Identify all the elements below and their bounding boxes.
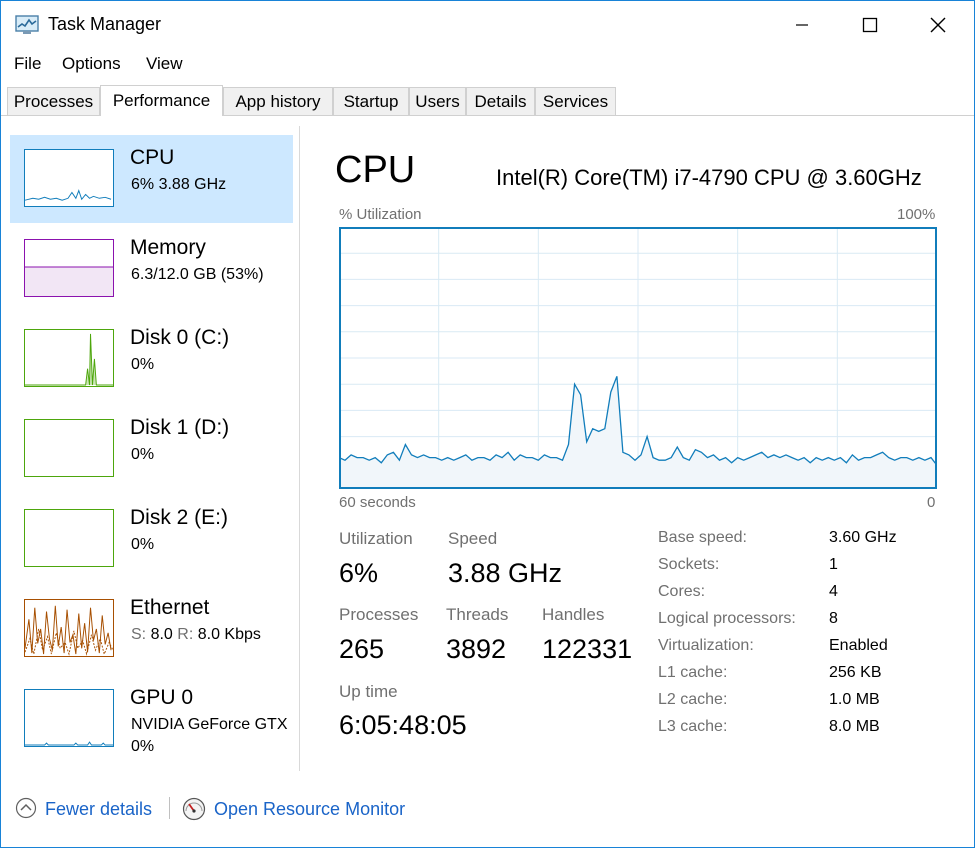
info-label: Base speed: xyxy=(658,529,747,546)
ethernet-thumbnail-graph xyxy=(24,599,114,657)
menu-options[interactable]: Options xyxy=(62,54,121,74)
sidebar-ethernet-detail: S: 8.0 R: 8.0 Kbps xyxy=(131,626,261,644)
tab-details[interactable]: Details xyxy=(466,87,535,115)
task-manager-window: Task Manager File Options View Processes… xyxy=(0,0,975,848)
resource-sidebar: CPU 6% 3.88 GHz Memory 6.3/12.0 GB (53%)… xyxy=(1,126,299,771)
gpu-thumbnail-graph xyxy=(24,689,114,747)
info-value: 4 xyxy=(829,583,838,600)
disk-0-thumbnail-graph xyxy=(24,329,114,387)
tab-strip: Processes Performance App history Startu… xyxy=(7,85,972,116)
tab-performance[interactable]: Performance xyxy=(100,85,223,116)
uptime-value: 6:05:48:05 xyxy=(339,710,467,740)
graph-utilization-label: % Utilization xyxy=(339,206,422,223)
cpu-utilization-graph xyxy=(339,227,937,489)
info-label: Sockets: xyxy=(658,556,720,573)
menu-file[interactable]: File xyxy=(14,54,41,74)
minimize-button[interactable] xyxy=(779,1,825,49)
processes-label: Processes xyxy=(339,605,419,624)
sidebar-item-disk-1[interactable]: Disk 1 (D:) 0% xyxy=(10,405,293,493)
sidebar-item-memory[interactable]: Memory 6.3/12.0 GB (53%) xyxy=(10,225,293,313)
utilization-label: Utilization xyxy=(339,529,413,548)
handles-value: 122331 xyxy=(542,634,633,664)
info-value: 8.0 MB xyxy=(829,718,880,735)
handles-label: Handles xyxy=(542,605,605,624)
sidebar-gpu-0-detail: NVIDIA GeForce GTX xyxy=(131,716,288,733)
sidebar-memory-name: Memory xyxy=(130,236,206,259)
sidebar-item-gpu-0[interactable]: GPU 0 NVIDIA GeForce GTX 0% xyxy=(10,675,293,763)
chevron-up-icon xyxy=(15,797,37,819)
info-value: Enabled xyxy=(829,637,888,654)
info-value: 8 xyxy=(829,610,838,627)
maximize-icon xyxy=(862,17,878,33)
close-button[interactable] xyxy=(915,1,961,49)
sidebar-disk-2-name: Disk 2 (E:) xyxy=(130,506,229,529)
sidebar-divider xyxy=(299,126,300,771)
maximize-button[interactable] xyxy=(847,1,893,49)
sidebar-disk-0-detail: 0% xyxy=(131,356,155,373)
ethernet-send-value: 8.0 xyxy=(150,626,173,643)
info-value: 1 xyxy=(829,556,838,573)
info-value: 256 KB xyxy=(829,664,882,681)
menu-view[interactable]: View xyxy=(146,54,183,74)
footer-divider xyxy=(169,797,170,819)
close-icon xyxy=(930,17,946,33)
sidebar-item-disk-2[interactable]: Disk 2 (E:) 0% xyxy=(10,495,293,583)
tab-startup[interactable]: Startup xyxy=(333,87,409,115)
info-value: 3.60 GHz xyxy=(829,529,897,546)
resource-monitor-icon xyxy=(182,797,206,821)
uptime-label: Up time xyxy=(339,682,398,701)
utilization-value: 6% xyxy=(339,558,379,588)
minimize-icon xyxy=(796,24,808,26)
info-label: Cores: xyxy=(658,583,706,600)
sidebar-cpu-detail: 6% 3.88 GHz xyxy=(131,176,227,193)
memory-thumbnail-graph xyxy=(24,239,114,297)
speed-label: Speed xyxy=(448,529,498,548)
tab-services[interactable]: Services xyxy=(535,87,616,115)
cpu-thumbnail-graph xyxy=(24,149,114,207)
open-resource-monitor-link[interactable]: Open Resource Monitor xyxy=(214,799,405,820)
menu-bar: File Options View xyxy=(1,51,974,77)
speed-value: 3.88 GHz xyxy=(448,558,563,588)
sidebar-ethernet-name: Ethernet xyxy=(130,596,210,619)
tab-processes[interactable]: Processes xyxy=(7,87,100,115)
graph-time-span-label: 60 seconds xyxy=(339,494,416,511)
info-label: L1 cache: xyxy=(658,664,728,681)
sidebar-cpu-name: CPU xyxy=(130,146,175,169)
threads-label: Threads xyxy=(446,605,509,624)
sidebar-disk-1-name: Disk 1 (D:) xyxy=(130,416,230,439)
info-label: Logical processors: xyxy=(658,610,796,627)
sidebar-item-ethernet[interactable]: Ethernet S: 8.0 R: 8.0 Kbps xyxy=(10,585,293,673)
task-manager-icon xyxy=(15,15,39,34)
page-title: CPU xyxy=(335,149,416,191)
sidebar-disk-2-detail: 0% xyxy=(131,536,155,553)
tab-users[interactable]: Users xyxy=(409,87,466,115)
title-bar: Task Manager xyxy=(1,1,974,49)
processes-value: 265 xyxy=(339,634,385,664)
sidebar-gpu-0-usage: 0% xyxy=(131,738,155,755)
fewer-details-label: Fewer details xyxy=(45,799,153,819)
ethernet-send-label: S: xyxy=(131,626,147,643)
graph-time-now-label: 0 xyxy=(927,494,936,511)
sidebar-disk-1-detail: 0% xyxy=(131,446,155,463)
ethernet-receive-value: 8.0 Kbps xyxy=(197,626,261,643)
sidebar-gpu-0-name: GPU 0 xyxy=(130,686,194,709)
info-value: 1.0 MB xyxy=(829,691,880,708)
tab-app-history[interactable]: App history xyxy=(223,87,333,115)
cpu-model-name: Intel(R) Core(TM) i7-4790 CPU @ 3.60GHz xyxy=(496,165,922,190)
info-label: L2 cache: xyxy=(658,691,728,708)
graph-max-label: 100% xyxy=(897,206,936,223)
threads-value: 3892 xyxy=(446,634,507,664)
sidebar-item-disk-0[interactable]: Disk 0 (C:) 0% xyxy=(10,315,293,403)
disk-2-thumbnail-graph xyxy=(24,509,114,567)
sidebar-memory-detail: 6.3/12.0 GB (53%) xyxy=(131,266,264,283)
info-label: L3 cache: xyxy=(658,718,728,735)
ethernet-receive-label: R: xyxy=(177,626,194,643)
sidebar-disk-0-name: Disk 0 (C:) xyxy=(130,326,230,349)
sidebar-item-cpu[interactable]: CPU 6% 3.88 GHz xyxy=(10,135,293,223)
window-title: Task Manager xyxy=(48,14,162,34)
info-label: Virtualization: xyxy=(658,637,754,654)
disk-1-thumbnail-graph xyxy=(24,419,114,477)
